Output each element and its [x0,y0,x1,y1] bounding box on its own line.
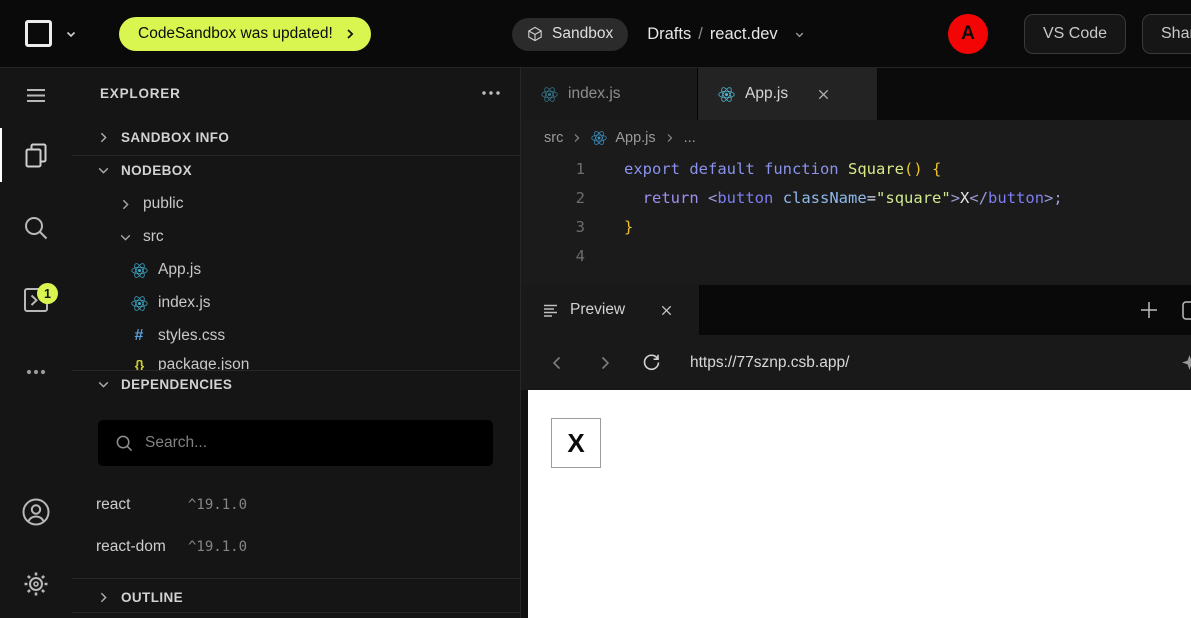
codesandbox-window: CodeSandbox was updated! Sandbox Drafts … [0,0,1191,618]
tab-app-js[interactable]: App.js [698,68,878,120]
code-line-1: export default function Square() { [624,155,1063,184]
editor-breadcrumb: src App.js ... [521,120,1191,155]
tab-index-js[interactable]: index.js [521,68,698,120]
avatar-initial: A [961,23,975,45]
chevron-down-icon [96,377,111,392]
breadcrumb-src[interactable]: src [544,130,563,146]
sandbox-type-pill[interactable]: Sandbox [512,18,628,51]
code-lines: export default function Square() { retur… [624,155,1063,285]
section-nodebox[interactable]: NODEBOX [72,156,520,184]
json-icon: {} [130,358,148,371]
react-icon [541,86,558,103]
back-icon[interactable] [548,335,566,390]
breadcrumb-separator: / [698,25,703,44]
section-dependencies[interactable]: DEPENDENCIES [72,370,520,398]
vscode-button[interactable]: VS Code [1024,14,1126,54]
file-app-js[interactable]: App.js [72,256,520,284]
file-package-json[interactable]: {} package.json [72,351,520,370]
preview-tab[interactable]: Preview [521,285,700,335]
terminal-badge: 1 [37,283,58,304]
account-icon[interactable] [0,496,72,528]
chevron-right-icon [664,132,676,144]
cube-icon [527,26,543,42]
explorer-files-icon[interactable] [0,139,72,171]
code-editor[interactable]: 1 2 3 4 export default function Square()… [521,155,1191,285]
react-icon [591,130,607,146]
add-preview-icon[interactable] [1138,299,1160,321]
react-icon [718,86,735,103]
share-button[interactable]: Share [1142,14,1191,54]
section-sandbox-info[interactable]: SANDBOX INFO [72,123,520,151]
chevron-right-icon [96,590,111,605]
menu-icon[interactable] [0,79,72,111]
folder-public[interactable]: public [72,190,520,218]
square-button[interactable]: X [551,418,601,468]
project-folder: Drafts [647,25,691,44]
update-banner-label: CodeSandbox was updated! [138,25,333,43]
preview-address-bar: https://77sznp.csb.app/ [521,335,1191,390]
project-chevron-down-icon [793,28,806,41]
preview-url[interactable]: https://77sznp.csb.app/ [690,354,849,372]
update-banner-button[interactable]: CodeSandbox was updated! [119,17,371,51]
settings-gear-icon[interactable] [0,568,72,600]
file-tree: SANDBOX INFO NODEBOX public src App.js [72,68,520,370]
close-preview-icon[interactable] [659,303,674,318]
user-avatar[interactable]: A [948,14,988,54]
refresh-icon[interactable] [641,335,662,390]
css-icon: # [130,327,148,345]
sparkle-icon[interactable] [1181,335,1191,390]
section-outline[interactable]: OUTLINE [72,583,520,611]
project-name: react.dev [710,25,778,44]
file-index-js[interactable]: index.js [72,289,520,317]
dependency-search-input[interactable] [145,434,447,452]
explorer-panel: EXPLORER SANDBOX INFO NODEBOX public src [72,68,521,618]
top-bar: CodeSandbox was updated! Sandbox Drafts … [0,0,1191,68]
chevron-right-icon [571,132,583,144]
preview-frame: X [521,390,1191,618]
divider [72,612,520,613]
chevron-right-icon [118,197,133,212]
terminal-icon[interactable]: 1 [0,284,72,316]
dependency-react[interactable]: react ^19.1.0 [96,491,500,519]
activity-bar: 1 [0,68,72,618]
layout-icon[interactable] [1181,300,1191,321]
forward-icon[interactable] [596,335,614,390]
dependency-react-dom[interactable]: react-dom ^19.1.0 [96,533,500,561]
close-tab-icon[interactable] [816,87,831,102]
breadcrumb-symbol[interactable]: ... [684,130,696,146]
dependency-search-box [98,420,493,466]
project-breadcrumb[interactable]: Drafts / react.dev [647,25,805,44]
file-styles-css[interactable]: # styles.css [72,322,520,350]
search-icon[interactable] [0,212,72,244]
workspace-logo[interactable] [25,20,52,47]
chevron-down-icon [118,230,133,245]
preview-list-icon [543,303,558,318]
chevron-right-icon [344,28,356,40]
editor-group: index.js App.js src App.js ... 1 2 3 [521,68,1191,618]
breadcrumb-file[interactable]: App.js [615,130,655,146]
folder-src[interactable]: src [72,223,520,251]
code-line-3: } [624,213,1063,242]
more-icon[interactable] [0,356,72,388]
search-icon [115,434,134,453]
editor-tab-bar: index.js App.js [521,68,1191,120]
react-icon [130,262,148,279]
workspace-chevron-down-icon[interactable] [64,27,78,41]
line-number-gutter: 1 2 3 4 [521,155,585,285]
chevron-right-icon [96,130,111,145]
chevron-down-icon [96,163,111,178]
react-icon [130,295,148,312]
code-line-2: return <button className="square">X</but… [624,184,1063,213]
sandbox-label: Sandbox [552,25,613,43]
preview-tab-bar: Preview [521,285,1191,335]
divider [72,578,520,579]
